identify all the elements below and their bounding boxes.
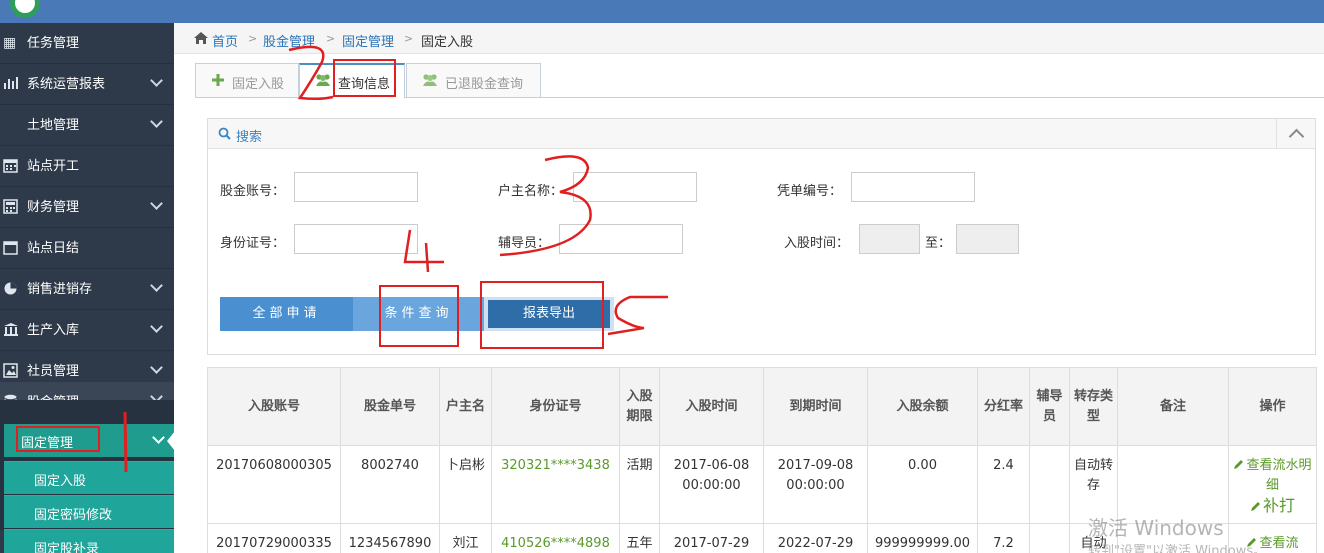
- annotation-strokes: [123, 45, 668, 473]
